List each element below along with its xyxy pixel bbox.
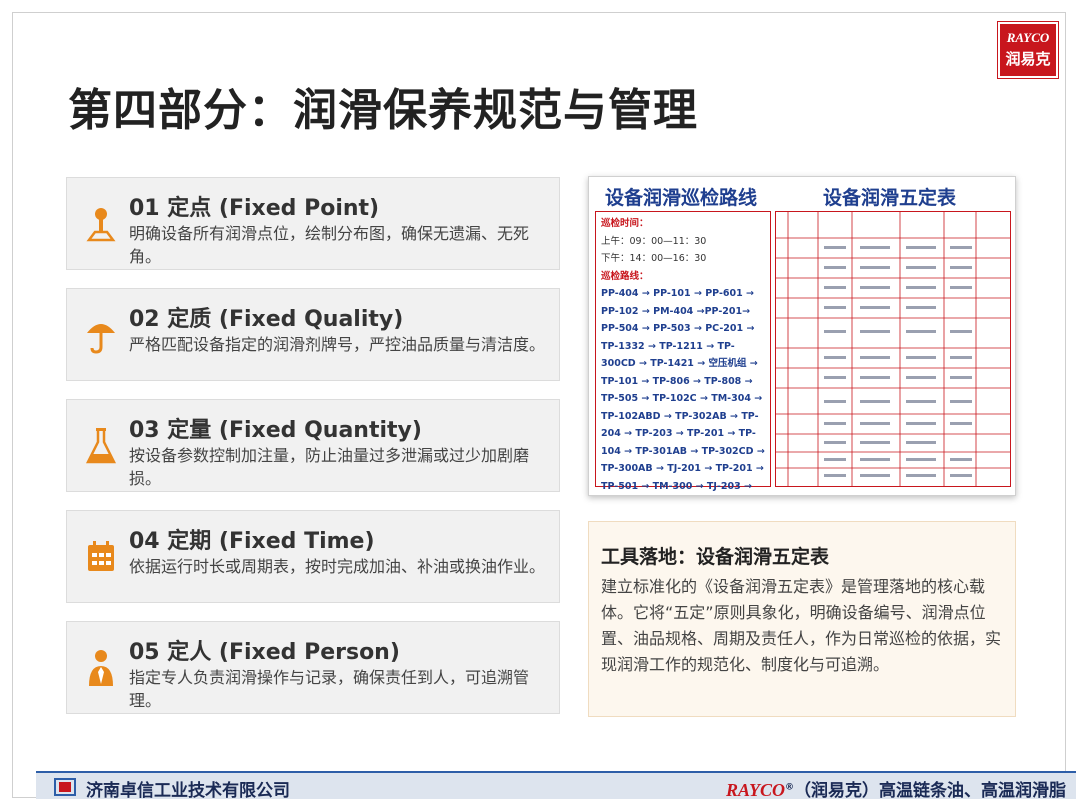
flask-icon — [85, 428, 117, 464]
route-heading: 设备润滑巡检路线 — [605, 187, 758, 209]
logo-chinese: 润易克 — [1005, 50, 1051, 68]
logo-brand: RAYCO — [1006, 30, 1050, 45]
umbrella-icon — [87, 324, 115, 354]
card-description: 明确设备所有润滑点位，绘制分布图，确保无遗漏、无死角。 — [129, 224, 530, 266]
location-pin-icon — [86, 208, 116, 242]
info-title: 工具落地：设备润滑五定表 — [601, 546, 830, 568]
footer-slogan-text: （润易克）高温链条油、高温润滑脂 — [794, 781, 1066, 801]
card-description: 依据运行时长或周期表，按时完成加油、补油或换油作业。 — [129, 557, 546, 576]
person-icon — [89, 650, 113, 686]
five-fixed-table-grid — [775, 211, 1011, 487]
card-fixed-quality: 02 定质 (Fixed Quality) 严格匹配设备指定的润滑剂牌号，严控油… — [66, 288, 560, 381]
registered-mark: ® — [785, 782, 794, 793]
footer-slogan: RAYCO®（润易克）高温链条油、高温润滑脂 — [726, 776, 1066, 801]
company-logo-icon — [54, 778, 76, 796]
card-fixed-quantity: 03 定量 (Fixed Quantity) 按设备参数控制加注量，防止油量过多… — [66, 399, 560, 492]
card-description: 按设备参数控制加注量，防止油量过多泄漏或过少加剧磨损。 — [129, 446, 530, 488]
route-label: 巡检路线： — [601, 270, 649, 282]
page-title: 第四部分：润滑保养规范与管理 — [68, 85, 698, 136]
calendar-icon — [88, 541, 114, 571]
five-fixed-table-heading: 设备润滑五定表 — [823, 187, 957, 209]
lubrication-table-image: 设备润滑巡检路线 设备润滑五定表 巡检时间： 上午：09：00—11：30 下午… — [588, 176, 1016, 496]
company-name: 济南卓信工业技术有限公司 — [86, 781, 290, 801]
card-description: 指定专人负责润滑操作与记录，确保责任到人，可追溯管理。 — [129, 668, 530, 710]
rayco-logo: RAYCO 润易克 — [998, 22, 1058, 78]
card-fixed-time: 04 定期 (Fixed Time) 依据运行时长或周期表，按时完成加油、补油或… — [66, 510, 560, 603]
afternoon-time: 下午：14：00—16：30 — [601, 253, 707, 264]
info-body: 建立标准化的《设备润滑五定表》是管理落地的核心载体。它将“五定”原则具象化，明确… — [601, 577, 1002, 674]
inspection-route-panel: 巡检时间： 上午：09：00—11：30 下午：14：00—16：30 巡检路线… — [595, 211, 771, 492]
card-fixed-point: 01 定点 (Fixed Point) 明确设备所有润滑点位，绘制分布图，确保无… — [66, 177, 560, 270]
table-grid-lines — [776, 212, 1010, 486]
card-description: 严格匹配设备指定的润滑剂牌号，严控油品质量与清洁度。 — [129, 335, 546, 354]
inspection-time-label: 巡检时间： — [601, 218, 649, 229]
card-title: 04 定期 (Fixed Time) — [129, 529, 375, 554]
card-title: 02 定质 (Fixed Quality) — [129, 307, 404, 332]
card-title: 01 定点 (Fixed Point) — [129, 196, 380, 221]
route-sequence: PP-404 → PP-101 → PP-601 → PP-102 → PM-4… — [601, 288, 765, 492]
footer-brand: RAYCO — [725, 780, 785, 800]
card-fixed-person: 05 定人 (Fixed Person) 指定专人负责润滑操作与记录，确保责任到… — [66, 621, 560, 714]
card-title: 03 定量 (Fixed Quantity) — [129, 418, 422, 443]
card-title: 05 定人 (Fixed Person) — [129, 640, 400, 665]
footer-bar: 济南卓信工业技术有限公司 RAYCO®（润易克）高温链条油、高温润滑脂 — [36, 771, 1076, 801]
tool-landing-box: 工具落地：设备润滑五定表 建立标准化的《设备润滑五定表》是管理落地的核心载体。它… — [588, 521, 1016, 717]
morning-time: 上午：09：00—11：30 — [601, 235, 707, 247]
